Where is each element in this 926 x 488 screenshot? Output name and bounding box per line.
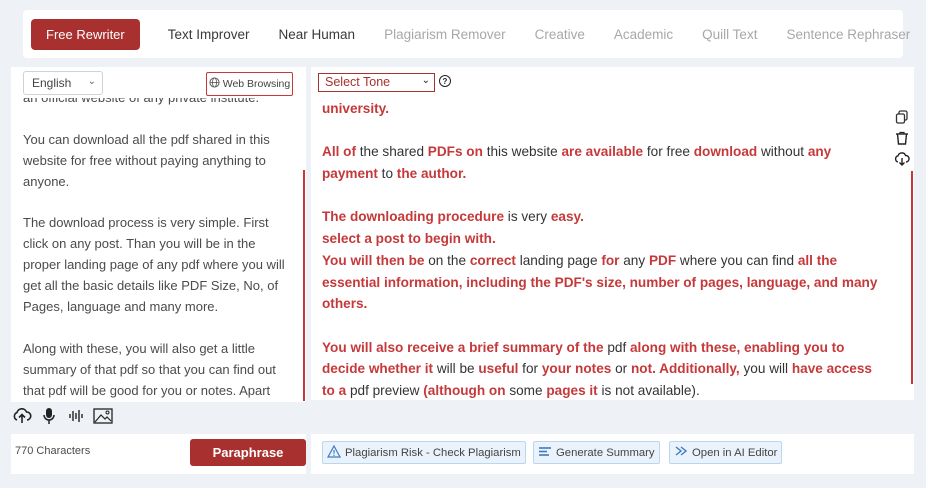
generate-summary-label: Generate Summary: [556, 446, 655, 459]
language-value: English: [32, 76, 72, 90]
rewritten-phrase: for: [601, 252, 620, 268]
trash-icon[interactable]: [894, 130, 910, 146]
output-paragraph: All of the shared PDFs on this website a…: [322, 141, 882, 184]
input-paragraph: an official website of any private insti…: [23, 98, 288, 109]
ai-editor-icon: [674, 445, 688, 460]
download-cloud-icon[interactable]: [894, 151, 910, 167]
upload-icon[interactable]: [12, 407, 32, 425]
mode-sentence-rephraser[interactable]: Sentence Rephraser: [786, 27, 910, 42]
original-phrase: some: [505, 383, 547, 399]
check-plagiarism-button[interactable]: Plagiarism Risk - Check Plagiarism: [322, 441, 526, 464]
mode-free-rewriter[interactable]: Free Rewriter: [31, 18, 140, 50]
original-phrase: will be: [433, 361, 479, 377]
input-textarea[interactable]: an official website of any private insti…: [23, 98, 288, 400]
original-phrase: for free: [643, 144, 694, 160]
original-phrase: on the: [424, 252, 470, 268]
output-paragraph: You will also receive a brief summary of…: [322, 337, 882, 400]
image-icon[interactable]: [93, 407, 113, 425]
globe-icon: [209, 77, 220, 91]
original-phrase: you will: [739, 361, 792, 377]
output-paragraph: The downloading procedure is very easy. s…: [322, 206, 882, 315]
tone-select[interactable]: Select Tone ⌄: [318, 73, 435, 92]
generate-summary-button[interactable]: Generate Summary: [533, 441, 660, 464]
input-paragraph: Along with these, you will also get a li…: [23, 340, 276, 398]
output-text[interactable]: university. All of the shared PDFs on thi…: [322, 97, 882, 400]
original-phrase: landing page: [515, 252, 602, 268]
rewritten-phrase: All of: [322, 144, 356, 160]
summary-icon: [538, 445, 552, 460]
rewritten-phrase: The downloading procedure: [322, 209, 505, 225]
rewritten-phrase: are available: [561, 144, 644, 160]
check-plagiarism-label: Plagiarism Risk - Check Plagiarism: [345, 446, 521, 459]
warning-icon: [326, 444, 342, 461]
output-panel: university. All of the shared PDFs on thi…: [311, 97, 914, 400]
input-paragraph: You can download all the pdf shared in t…: [23, 131, 270, 189]
original-phrase: or: [611, 361, 631, 377]
mode-creative[interactable]: Creative: [535, 27, 585, 42]
mic-icon[interactable]: [39, 407, 59, 425]
original-phrase: for: [518, 361, 542, 377]
rewritten-phrase: You will also receive a brief summary of…: [322, 339, 604, 355]
web-browsing-label: Web Browsing: [222, 78, 291, 90]
input-paragraph: The download process is very simple. Fir…: [23, 215, 285, 315]
output-header: Select Tone ⌄ ?: [311, 67, 914, 97]
character-count: 770 Characters: [15, 445, 91, 457]
original-phrase: this website: [482, 144, 562, 160]
rewritten-phrase: PDF: [648, 252, 677, 268]
chevron-down-icon: ⌄: [421, 75, 430, 86]
open-ai-editor-label: Open in AI Editor: [692, 446, 778, 459]
output-scrollbar[interactable]: [911, 171, 913, 384]
rewritten-phrase: the author.: [396, 166, 467, 182]
help-icon[interactable]: ?: [439, 75, 451, 87]
rewritten-phrase: download: [693, 144, 758, 160]
tone-value: Select Tone: [325, 75, 391, 89]
original-phrase: is not available).: [597, 383, 700, 399]
input-scrollbar[interactable]: [303, 170, 305, 401]
mode-text-improver[interactable]: Text Improver: [168, 27, 250, 42]
original-phrase: to: [377, 166, 397, 182]
rewritten-phrase: useful: [478, 361, 519, 377]
chevron-down-icon: ⌄: [87, 76, 96, 87]
original-phrase: the shared: [355, 144, 428, 160]
input-footer: 770 Characters Paraphrase: [11, 434, 306, 474]
audio-wave-icon[interactable]: [66, 407, 86, 425]
input-panel: English ⌄ Web Browsing an official websi…: [11, 67, 306, 402]
paraphrase-button[interactable]: Paraphrase: [190, 439, 306, 466]
rewritten-phrase: university.: [322, 101, 389, 116]
original-phrase: where you can find: [676, 252, 798, 268]
mode-plagiarism-remover[interactable]: Plagiarism Remover: [384, 27, 506, 42]
mode-tabs: Free Rewriter Text Improver Near Human P…: [23, 10, 910, 58]
original-phrase: pdf: [603, 339, 630, 355]
rewritten-phrase: not. Additionally,: [630, 361, 740, 377]
open-ai-editor-button[interactable]: Open in AI Editor: [669, 441, 783, 464]
mode-academic[interactable]: Academic: [614, 27, 673, 42]
mode-quill-text[interactable]: Quill Text: [702, 27, 757, 42]
original-phrase: pdf preview: [346, 383, 424, 399]
output-footer: Plagiarism Risk - Check Plagiarism Gener…: [311, 434, 914, 474]
rewritten-phrase: select a post to begin with.: [322, 231, 496, 247]
output-paragraph: university.: [322, 98, 882, 120]
mode-near-human[interactable]: Near Human: [279, 27, 356, 42]
rewritten-phrase: pages it: [546, 383, 598, 399]
output-tools: [894, 109, 910, 167]
original-phrase: any: [619, 252, 649, 268]
rewritten-phrase: (although on: [423, 383, 506, 399]
rewritten-phrase: easy.: [550, 209, 584, 225]
rewritten-phrase: your notes: [541, 361, 612, 377]
input-tools: [12, 407, 113, 425]
original-phrase: without: [757, 144, 808, 160]
original-phrase: is very: [504, 209, 551, 225]
rewritten-phrase: PDFs on: [427, 144, 483, 160]
web-browsing-button[interactable]: Web Browsing: [206, 72, 293, 96]
rewritten-phrase: correct: [469, 252, 516, 268]
copy-icon[interactable]: [894, 109, 910, 125]
rewritten-phrase: You will then be: [322, 252, 425, 268]
language-select[interactable]: English ⌄: [23, 71, 103, 95]
